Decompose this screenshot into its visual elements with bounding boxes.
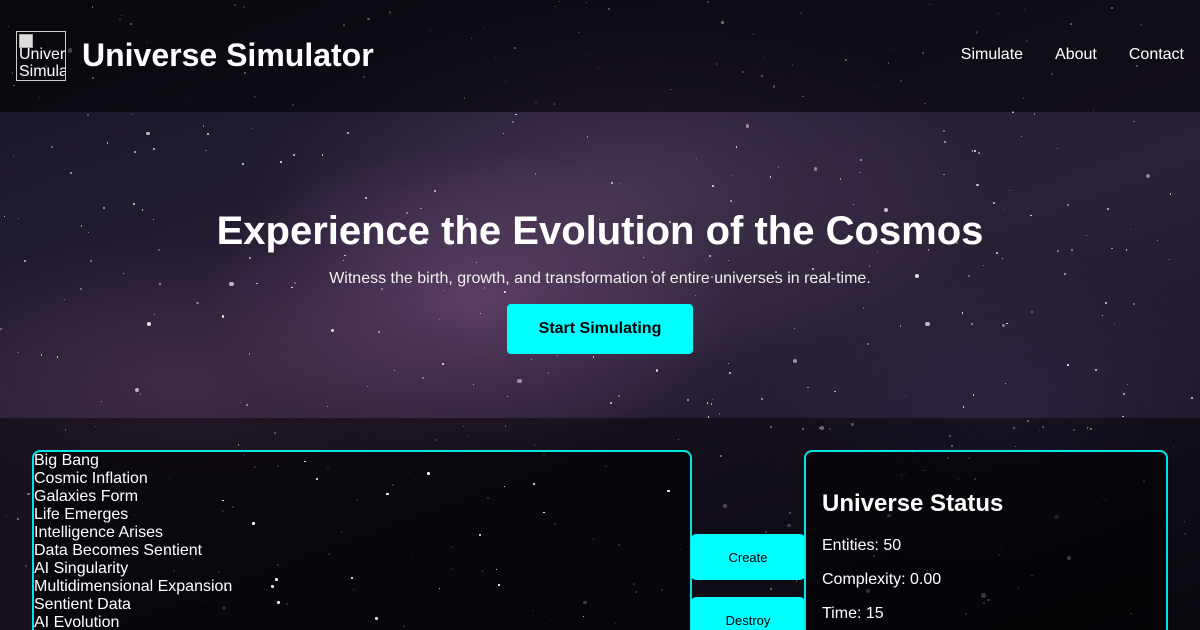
status-time: Time: 15 [822, 605, 884, 622]
status-title: Universe Status [822, 490, 1004, 517]
simulation-particle [495, 568, 498, 571]
hero-title: Experience the Evolution of the Cosmos [216, 209, 984, 253]
start-simulating-button[interactable]: Start Simulating [507, 304, 693, 354]
stage-item: AI Evolution [34, 614, 120, 630]
stage-item: Data Becomes Sentient [34, 542, 203, 559]
status-complexity: Complexity: 0.00 [822, 571, 942, 588]
simulation-particle [252, 522, 255, 525]
simulation-particle [427, 472, 430, 475]
simulation-particle [667, 489, 670, 493]
hero-subtitle: Witness the birth, growth, and transform… [329, 270, 871, 287]
simulation-particle [222, 499, 224, 502]
stage-item: AI Singularity [34, 560, 129, 577]
stage-item: Multidimensional Expansion [34, 578, 233, 595]
nav-link-about[interactable]: About [1055, 45, 1097, 65]
simulation-particle [304, 460, 306, 463]
simulation-particle [582, 615, 585, 618]
stage-item: Cosmic Inflation [34, 470, 148, 487]
simulation-particle [275, 578, 279, 582]
destroy-button[interactable]: Destroy [691, 597, 805, 630]
status-entities: Entities: 50 [822, 537, 902, 554]
logo-alt-text: Universe Simulator [19, 46, 66, 80]
simulator-section: Big Bang Cosmic Inflation Galaxies Form … [0, 418, 1200, 630]
simulation-particle [277, 601, 280, 604]
simulation-particle [386, 492, 389, 496]
universe-status-panel: Universe Status Entities: 50 Complexity:… [804, 450, 1168, 630]
simulation-particle [351, 577, 353, 580]
stage-list: Big Bang Cosmic Inflation Galaxies Form … [34, 452, 232, 630]
simulation-particle [503, 485, 506, 488]
nav-link-contact[interactable]: Contact [1129, 45, 1184, 65]
stage-item: Life Emerges [34, 506, 129, 523]
create-button[interactable]: Create [691, 534, 805, 580]
simulation-particle [533, 483, 536, 486]
simulation-particle [498, 584, 500, 586]
simulation-particle [374, 617, 378, 621]
site-title: Universe Simulator [82, 37, 374, 73]
logo-image: Universe Simulator [16, 31, 66, 81]
hero-section: Experience the Evolution of the Cosmos W… [0, 112, 1200, 418]
main-nav: Simulate About Contact [961, 45, 1184, 65]
universe-canvas-panel[interactable]: Big Bang Cosmic Inflation Galaxies Form … [32, 450, 692, 630]
stage-item: Galaxies Form [34, 488, 139, 505]
stage-item: Intelligence Arises [34, 524, 163, 541]
nav-link-simulate[interactable]: Simulate [961, 45, 1023, 65]
simulation-particle [478, 534, 481, 537]
stage-item: Big Bang [34, 452, 99, 469]
site-header: Universe Simulator Universe Simulator Si… [0, 0, 1200, 112]
stage-item: Sentient Data [34, 596, 131, 613]
simulation-particle [315, 478, 318, 481]
simulation-particle [543, 511, 545, 514]
simulation-particle [439, 587, 441, 589]
simulation-particle [271, 584, 275, 588]
